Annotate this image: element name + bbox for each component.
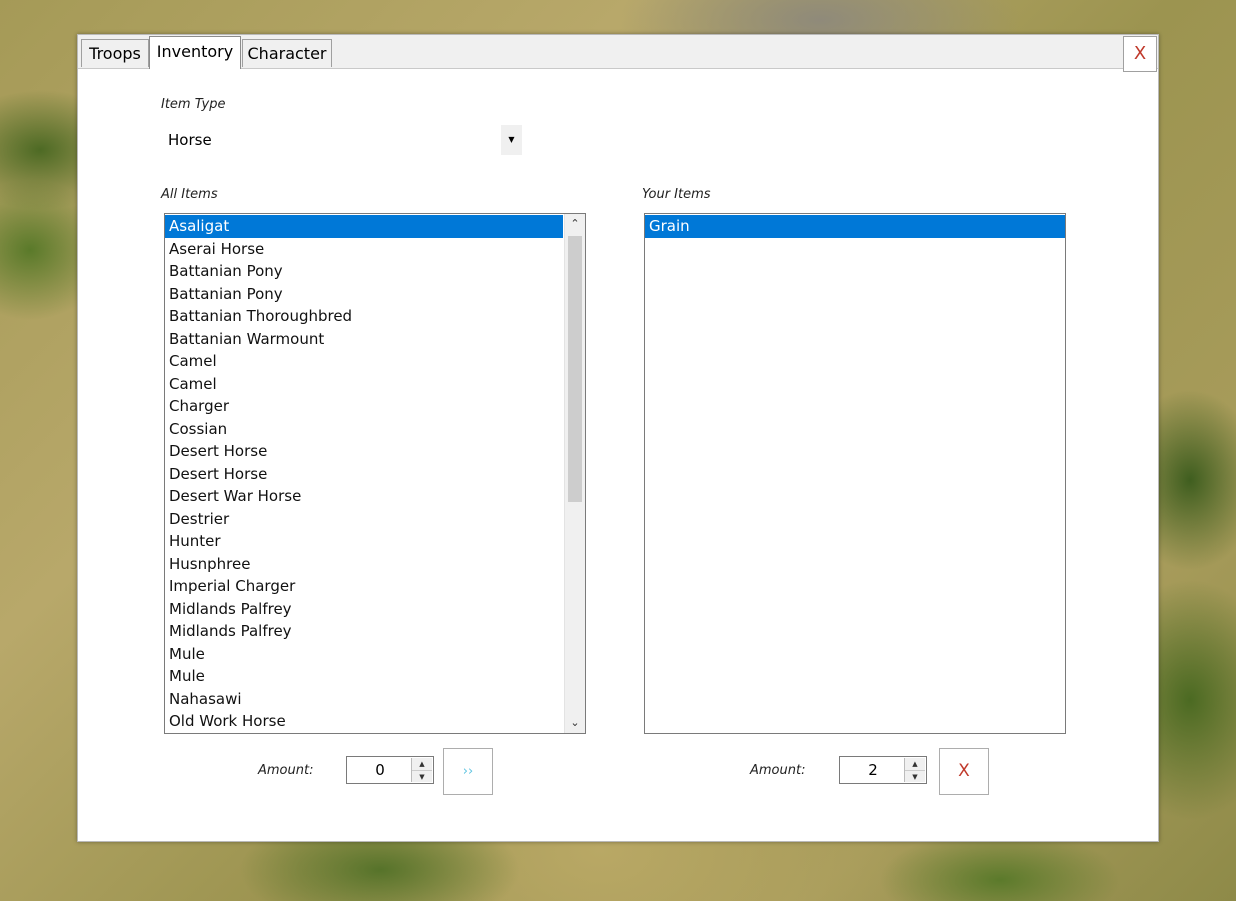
list-item[interactable]: Battanian Pony <box>165 283 563 306</box>
list-item[interactable]: Desert Horse <box>165 463 563 486</box>
list-item[interactable]: Desert War Horse <box>165 485 563 508</box>
close-button[interactable]: X <box>1123 36 1157 72</box>
list-item[interactable]: Cossian <box>165 418 563 441</box>
scroll-thumb[interactable] <box>568 236 582 502</box>
list-item[interactable]: Aserai Horse <box>165 238 563 261</box>
list-item[interactable]: Grain <box>645 215 1065 238</box>
list-item[interactable]: Nahasawi <box>165 688 563 711</box>
spin-down-icon[interactable]: ▼ <box>412 771 432 783</box>
list-item[interactable]: Husnphree <box>165 553 563 576</box>
spin-down-icon[interactable]: ▼ <box>905 771 925 783</box>
right-amount-label: Amount: <box>750 763 806 778</box>
tab-character[interactable]: Character <box>242 39 332 67</box>
chevron-up-icon[interactable]: ⌃ <box>565 214 585 234</box>
your-items-label: Your Items <box>642 187 711 202</box>
list-item[interactable]: Camel <box>165 350 563 373</box>
list-item[interactable]: Hunter <box>165 530 563 553</box>
tab-strip: Troops Inventory Character <box>78 35 1158 69</box>
dropdown-arrow-icon[interactable]: ▼ <box>501 125 522 155</box>
left-amount-spin: ▲ ▼ <box>411 758 432 782</box>
add-item-button[interactable]: ›› <box>443 748 493 795</box>
list-item[interactable]: Desert Horse <box>165 440 563 463</box>
all-items-label: All Items <box>161 187 218 202</box>
list-item[interactable]: Battanian Pony <box>165 260 563 283</box>
list-item[interactable]: Midlands Palfrey <box>165 620 563 643</box>
tab-troops[interactable]: Troops <box>81 39 149 67</box>
tab-inventory[interactable]: Inventory <box>149 36 241 69</box>
chevron-down-icon[interactable]: ⌄ <box>565 713 585 733</box>
list-item[interactable]: Destrier <box>165 508 563 531</box>
spin-up-icon[interactable]: ▲ <box>905 758 925 771</box>
list-item[interactable]: Old Work Horse <box>165 710 563 733</box>
item-type-value: Horse <box>168 131 212 149</box>
all-items-scrollbar[interactable]: ⌃ ⌄ <box>564 214 585 733</box>
left-amount-label: Amount: <box>258 763 314 778</box>
list-item[interactable]: Imperial Charger <box>165 575 563 598</box>
list-item[interactable]: Battanian Warmount <box>165 328 563 351</box>
item-type-combo[interactable]: Horse ▼ <box>162 124 522 156</box>
list-item[interactable]: Battanian Thoroughbred <box>165 305 563 328</box>
inventory-dialog: Troops Inventory Character X Item Type H… <box>77 34 1159 842</box>
remove-item-button[interactable]: X <box>939 748 989 795</box>
right-amount-value[interactable]: 2 <box>840 757 906 783</box>
all-items-list[interactable]: Asaligat Aserai Horse Battanian Pony Battan… <box>164 213 586 734</box>
your-items-rows: Grain <box>645 214 1065 238</box>
your-items-list[interactable]: Grain <box>644 213 1066 734</box>
spin-up-icon[interactable]: ▲ <box>412 758 432 771</box>
list-item[interactable]: Mule <box>165 665 563 688</box>
left-amount-value[interactable]: 0 <box>347 757 413 783</box>
list-item[interactable]: Mule <box>165 643 563 666</box>
list-item[interactable]: Asaligat <box>165 215 563 238</box>
right-amount-spin: ▲ ▼ <box>904 758 925 782</box>
list-item[interactable]: Charger <box>165 395 563 418</box>
all-items-rows: Asaligat Aserai Horse Battanian Pony Battan… <box>165 214 563 733</box>
left-amount-stepper[interactable]: 0 ▲ ▼ <box>346 756 434 784</box>
right-amount-stepper[interactable]: 2 ▲ ▼ <box>839 756 927 784</box>
list-item[interactable]: Midlands Palfrey <box>165 598 563 621</box>
list-item[interactable]: Camel <box>165 373 563 396</box>
item-type-label: Item Type <box>161 97 226 112</box>
